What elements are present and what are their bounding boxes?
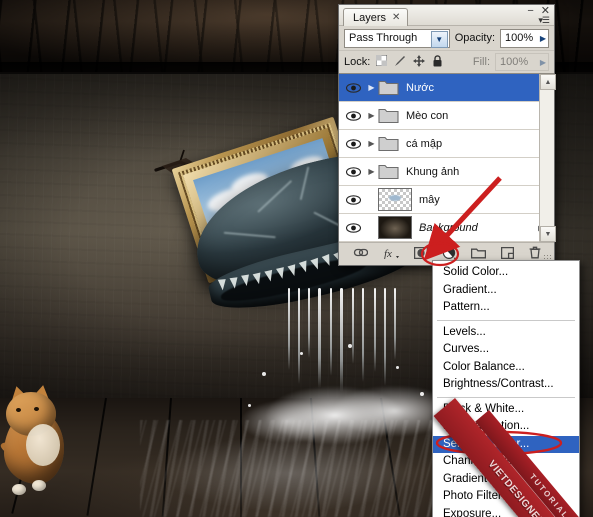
layer-visibility-eye-icon[interactable] xyxy=(341,222,365,233)
menu-item[interactable]: Solid Color... xyxy=(433,264,579,282)
menu-item[interactable]: Pattern... xyxy=(433,299,579,317)
tab-layers-label: Layers xyxy=(353,11,387,24)
layers-panel: Layers ✕ − ✕ ▾☰ Pass Through ▼ Opacity: … xyxy=(338,4,556,266)
add-layer-mask-icon[interactable] xyxy=(413,246,428,262)
svg-text:fx: fx xyxy=(384,248,392,259)
layer-name: Background xyxy=(419,221,478,234)
menu-separator xyxy=(437,319,575,321)
lock-image-brush-icon[interactable] xyxy=(394,55,406,70)
layer-visibility-eye-icon[interactable] xyxy=(341,194,365,205)
fill-slider-arrow-icon: ▶ xyxy=(539,57,546,67)
menu-item[interactable]: Black & White... xyxy=(433,401,579,419)
layer-visibility-eye-icon[interactable] xyxy=(341,166,365,177)
layer-folder-icon xyxy=(378,163,399,180)
menu-item[interactable]: Channel Mixer... xyxy=(433,453,579,471)
layer-name: Nước xyxy=(406,81,435,94)
layer-thumbnail xyxy=(378,188,412,211)
lock-label: Lock: xyxy=(344,56,371,68)
layer-folder-icon xyxy=(378,135,399,152)
blend-options-row: Pass Through ▼ Opacity: 100% ▶ xyxy=(339,25,554,50)
fill-value: 100% xyxy=(500,56,529,68)
layer-disclosure-triangle-icon[interactable]: ▶ xyxy=(365,139,378,148)
scroll-down-icon[interactable]: ▼ xyxy=(540,226,556,242)
opacity-label: Opacity: xyxy=(454,32,496,44)
layer-row[interactable]: ▶ Mèo con xyxy=(339,102,554,130)
layer-row[interactable]: mây xyxy=(339,186,554,214)
menu-item[interactable]: Photo Filter ... xyxy=(433,488,579,506)
tab-close-icon[interactable]: ✕ xyxy=(392,12,400,23)
layer-name: mây xyxy=(419,193,440,206)
menu-item[interactable]: Exposure... xyxy=(433,506,579,517)
opacity-input[interactable]: 100% ▶ xyxy=(500,28,549,48)
link-layers-icon[interactable] xyxy=(352,247,369,261)
lock-row: Lock: Fill: 100% ▶ xyxy=(339,50,554,73)
cat-chest-fur xyxy=(26,424,60,466)
layer-disclosure-triangle-icon[interactable]: ▶ xyxy=(365,111,378,120)
opacity-value: 100% xyxy=(505,32,534,44)
layer-thumbnail xyxy=(378,216,412,239)
layer-row[interactable]: ▶ cá mập xyxy=(339,130,554,158)
menu-item[interactable]: Levels... xyxy=(433,324,579,342)
minimize-icon[interactable]: − xyxy=(527,6,533,17)
menu-item[interactable]: Gradient Map... xyxy=(433,471,579,489)
tab-layers[interactable]: Layers ✕ xyxy=(343,8,409,26)
menu-item[interactable]: Hue/Saturation... xyxy=(433,418,579,436)
panel-menu-icon[interactable]: ▾☰ xyxy=(538,15,550,26)
layer-row[interactable]: Background xyxy=(339,214,554,242)
fill-group: Fill: 100% ▶ xyxy=(473,53,549,71)
layer-list-scrollbar[interactable]: ▲ ▼ xyxy=(539,74,556,242)
layer-visibility-eye-icon[interactable] xyxy=(341,110,365,121)
layer-visibility-eye-icon[interactable] xyxy=(341,82,365,93)
menu-item[interactable]: Gradient... xyxy=(433,282,579,300)
layer-list: ▶ Nước ▶ Mèo con ▶ cá mập ▶ Khung ảnh mây Backgro… xyxy=(339,73,556,242)
fill-label: Fill: xyxy=(472,56,490,68)
blend-mode-select[interactable]: Pass Through ▼ xyxy=(344,28,450,48)
cat xyxy=(0,383,76,500)
scroll-up-icon[interactable]: ▲ xyxy=(540,74,556,90)
layer-folder-icon xyxy=(378,79,399,96)
layer-disclosure-triangle-icon[interactable]: ▶ xyxy=(365,167,378,176)
opacity-slider-arrow-icon[interactable]: ▶ xyxy=(540,34,546,43)
layer-name: Khung ảnh xyxy=(406,165,460,178)
blend-mode-value: Pass Through xyxy=(349,32,418,44)
lock-all-padlock-icon[interactable] xyxy=(432,54,443,70)
layer-name: cá mập xyxy=(406,137,443,150)
lock-transparency-icon[interactable] xyxy=(375,54,388,69)
lock-position-move-icon[interactable] xyxy=(413,54,426,70)
panel-title-bar: Layers ✕ − ✕ ▾☰ xyxy=(339,5,554,26)
layer-style-fx-icon[interactable]: fx xyxy=(383,247,400,262)
lock-icons xyxy=(375,54,443,70)
menu-item[interactable]: Brightness/Contrast... xyxy=(433,376,579,394)
chevron-down-icon[interactable]: ▼ xyxy=(430,30,448,48)
menu-item[interactable]: Selective Color... xyxy=(433,435,579,453)
fill-input[interactable]: 100% ▶ xyxy=(495,53,549,71)
layer-row[interactable]: ▶ Nước xyxy=(339,74,554,102)
menu-separator xyxy=(437,396,575,398)
menu-item[interactable]: Color Balance... xyxy=(433,359,579,377)
layer-disclosure-triangle-icon[interactable]: ▶ xyxy=(365,83,378,92)
adjustment-layer-context-menu: Solid Color... Gradient... Pattern... Level… xyxy=(432,260,580,517)
screenshot-root: Layers ✕ − ✕ ▾☰ Pass Through ▼ Opacity: … xyxy=(0,0,593,517)
layer-name: Mèo con xyxy=(406,109,449,122)
layer-visibility-eye-icon[interactable] xyxy=(341,138,365,149)
layer-folder-icon xyxy=(378,107,399,124)
layer-row[interactable]: ▶ Khung ảnh xyxy=(339,158,554,186)
menu-item[interactable]: Curves... xyxy=(433,341,579,359)
